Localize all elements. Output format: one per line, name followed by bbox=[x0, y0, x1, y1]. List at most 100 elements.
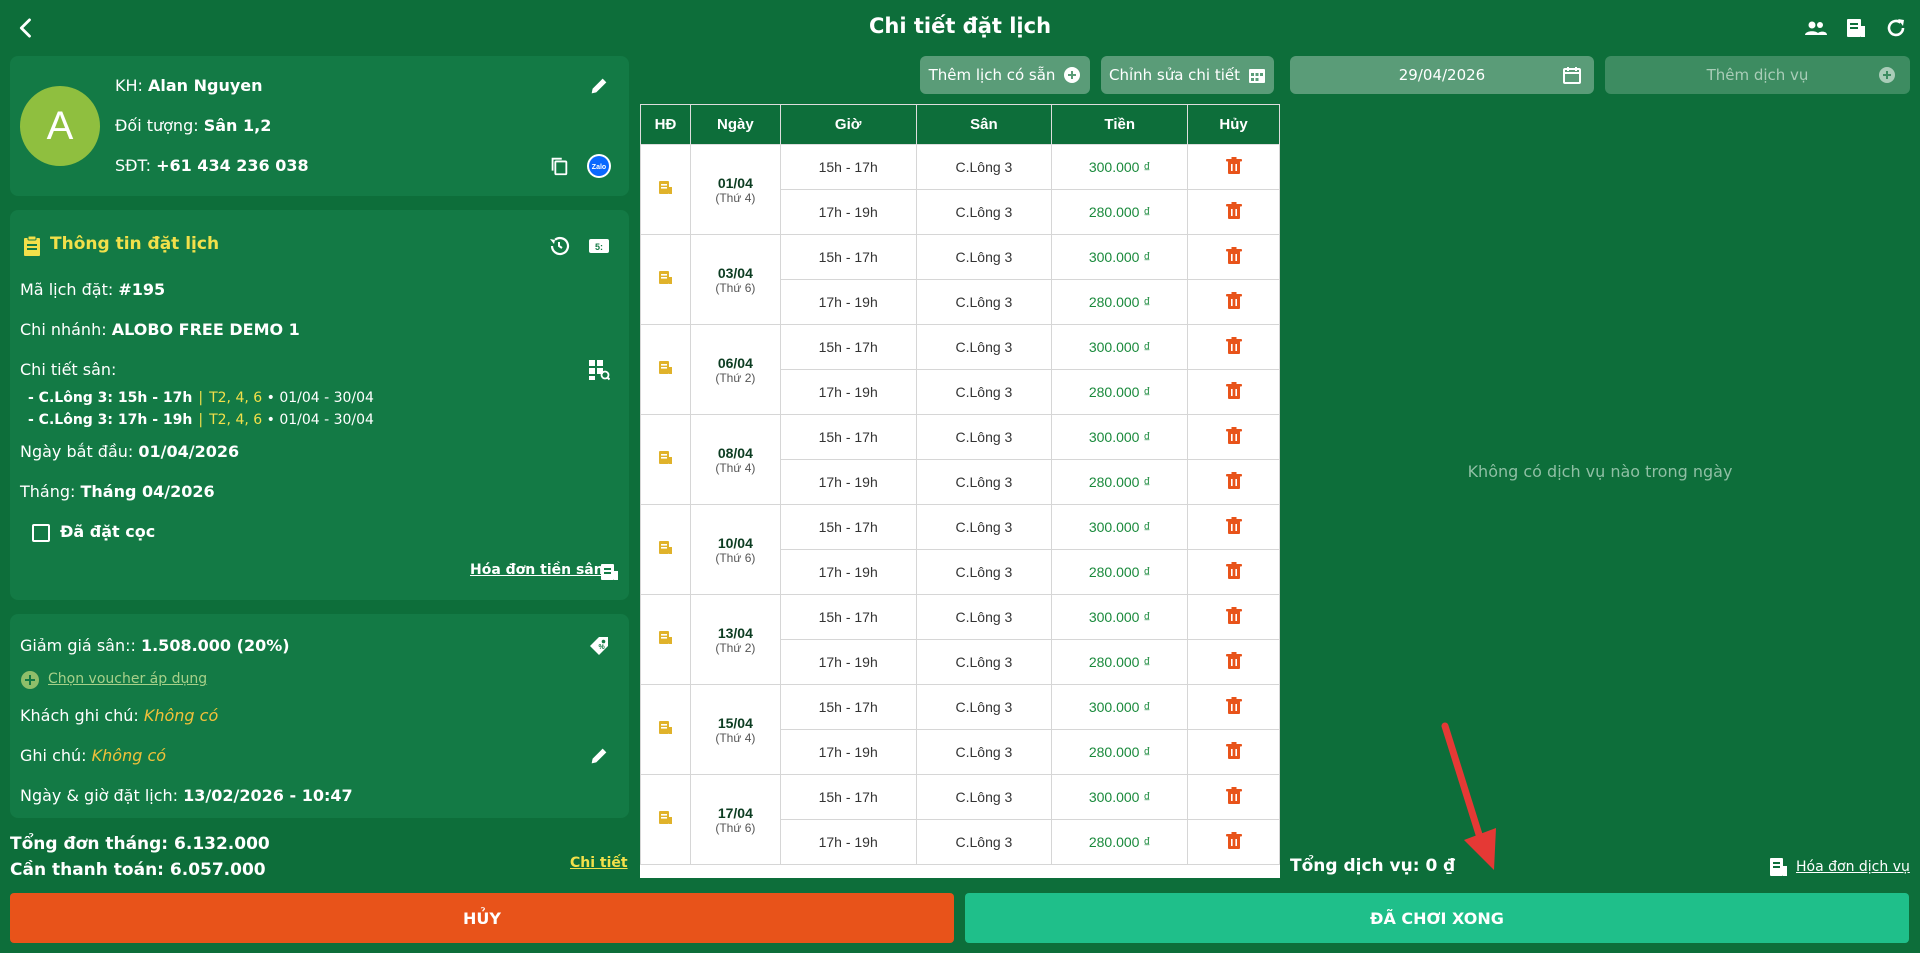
svg-text:5:: 5: bbox=[595, 242, 603, 252]
booking-code-line: Mã lịch đặt: #195 bbox=[20, 280, 165, 299]
invoice-doc-icon[interactable] bbox=[656, 449, 674, 467]
time-cell: 17h - 19h bbox=[779, 459, 917, 505]
booking-code-label: Mã lịch đặt: bbox=[20, 280, 114, 299]
date-value: 10/04 bbox=[717, 534, 753, 551]
trash-icon[interactable] bbox=[1224, 786, 1244, 806]
invoice-doc-icon[interactable] bbox=[656, 179, 674, 197]
court-grid-icon[interactable] bbox=[585, 356, 613, 384]
trash-icon[interactable] bbox=[1224, 651, 1244, 671]
deposit-checkbox[interactable] bbox=[32, 524, 50, 542]
no-service-message: Không có dịch vụ nào trong ngày bbox=[1467, 462, 1733, 481]
invoice-doc-icon[interactable] bbox=[656, 269, 674, 287]
invoice-doc-icon[interactable] bbox=[656, 359, 674, 377]
booking-code: #195 bbox=[118, 280, 166, 299]
cancel-cell bbox=[1187, 144, 1280, 190]
edit-pencil-icon[interactable] bbox=[585, 72, 613, 100]
finished-playing-button[interactable]: ĐÃ CHƠI XONG bbox=[965, 893, 1909, 943]
to-pay-label: Cần thanh toán: bbox=[10, 860, 164, 880]
date-value: 13/04 bbox=[717, 624, 753, 641]
date-value: 15/04 bbox=[717, 714, 753, 731]
time-cell: 15h - 17h bbox=[779, 774, 917, 820]
col-header-court: Sân bbox=[915, 104, 1053, 145]
invoice-doc-icon[interactable] bbox=[656, 629, 674, 647]
time-cell: 15h - 17h bbox=[779, 144, 917, 190]
trash-icon[interactable] bbox=[1224, 426, 1244, 446]
date-value: 03/04 bbox=[717, 264, 753, 281]
month-total-line: Tổng đơn tháng: 6.132.000 bbox=[10, 834, 270, 854]
court-item: - C.Lông 3: 17h - 19h | T2, 4, 6 • 01/04 -… bbox=[28, 412, 374, 428]
history-icon[interactable] bbox=[545, 232, 573, 260]
court-item-sep: | bbox=[198, 412, 204, 428]
court-cell: C.Lông 3 bbox=[915, 504, 1053, 550]
date-value: 08/04 bbox=[717, 444, 753, 461]
month-line: Tháng: Tháng 04/2026 bbox=[20, 482, 215, 501]
cancel-cell bbox=[1187, 189, 1280, 235]
note: Không có bbox=[91, 746, 167, 765]
time-cell: 15h - 17h bbox=[779, 234, 917, 280]
service-invoice-link[interactable]: Hóa đơn dịch vụ bbox=[1768, 856, 1910, 878]
cancel-button[interactable]: HỦY bbox=[10, 893, 954, 943]
refresh-icon[interactable] bbox=[1882, 14, 1910, 42]
note-line: Ghi chú: Không có bbox=[20, 746, 166, 765]
trash-icon[interactable] bbox=[1224, 156, 1244, 176]
booking-info-panel: Thông tin đặt lịch 5: Mã lịch đặt: #195 … bbox=[10, 210, 629, 600]
table-row: 17/04 (Thứ 6) 15h - 17h C.Lông 3 300.000 ₫ bbox=[640, 774, 1280, 865]
date-picker[interactable]: 29/04/2026 bbox=[1290, 56, 1594, 94]
trash-icon[interactable] bbox=[1224, 831, 1244, 851]
price-cell: 300.000 ₫ bbox=[1051, 774, 1189, 820]
trash-icon[interactable] bbox=[1224, 696, 1244, 716]
trash-icon[interactable] bbox=[1224, 381, 1244, 401]
trash-icon[interactable] bbox=[1224, 606, 1244, 626]
court-cell: C.Lông 3 bbox=[915, 819, 1053, 865]
copy-icon[interactable] bbox=[545, 152, 573, 180]
edit-note-icon[interactable] bbox=[585, 742, 613, 770]
trash-icon[interactable] bbox=[1224, 471, 1244, 491]
time-cell: 17h - 19h bbox=[779, 549, 917, 595]
court-cell: C.Lông 3 bbox=[915, 414, 1053, 460]
time-cell: 15h - 17h bbox=[779, 504, 917, 550]
service-invoice-label: Hóa đơn dịch vụ bbox=[1796, 859, 1910, 875]
customer-name: Alan Nguyen bbox=[148, 76, 263, 95]
court-detail-label: Chi tiết sân: bbox=[20, 360, 117, 379]
price-cell: 300.000 ₫ bbox=[1051, 504, 1189, 550]
start-date: 01/04/2026 bbox=[138, 442, 240, 461]
zalo-icon[interactable]: Zalo bbox=[585, 152, 613, 180]
time-cell: 17h - 19h bbox=[779, 639, 917, 685]
time-cell: 15h - 17h bbox=[779, 594, 917, 640]
detail-link[interactable]: Chi tiết bbox=[570, 855, 628, 871]
date-cell: 17/04 (Thứ 6) bbox=[689, 774, 781, 865]
cancel-cell bbox=[1187, 234, 1280, 280]
invoice-clipboard-icon[interactable] bbox=[595, 558, 623, 586]
add-service-button[interactable]: Thêm dịch vụ bbox=[1605, 56, 1910, 94]
invoice-doc-icon[interactable] bbox=[656, 809, 674, 827]
col-header-date: Ngày bbox=[689, 104, 781, 145]
trash-icon[interactable] bbox=[1224, 246, 1244, 266]
zalo-icon-text: Zalo bbox=[592, 164, 606, 171]
trash-icon[interactable] bbox=[1224, 291, 1244, 311]
trash-icon[interactable] bbox=[1224, 561, 1244, 581]
add-existing-schedule-button[interactable]: Thêm lịch có sẵn bbox=[920, 56, 1090, 94]
court-cell: C.Lông 3 bbox=[915, 279, 1053, 325]
invoice-doc-icon[interactable] bbox=[656, 539, 674, 557]
court-item-sep: | bbox=[198, 390, 204, 406]
trash-icon[interactable] bbox=[1224, 741, 1244, 761]
invoice-icon[interactable] bbox=[1842, 14, 1870, 42]
add-voucher-icon[interactable] bbox=[18, 668, 42, 692]
cancel-cell bbox=[1187, 459, 1280, 505]
court-item-name: - C.Lông 3: 15h - 17h bbox=[28, 390, 193, 406]
trash-icon[interactable] bbox=[1224, 336, 1244, 356]
trash-icon[interactable] bbox=[1224, 201, 1244, 221]
people-icon[interactable] bbox=[1802, 14, 1830, 42]
tag-icon[interactable]: % bbox=[585, 632, 613, 660]
date-cell: 03/04 (Thứ 6) bbox=[689, 234, 781, 325]
scoreboard-icon[interactable]: 5: bbox=[585, 232, 613, 260]
trash-icon[interactable] bbox=[1224, 516, 1244, 536]
voucher-link[interactable]: Chọn voucher áp dụng bbox=[48, 671, 207, 687]
edit-detail-button[interactable]: Chỉnh sửa chi tiết bbox=[1101, 56, 1274, 94]
schedule-table: HĐ Ngày Giờ Sân Tiền Hủy 01/04 (Thứ 4) 15h… bbox=[640, 104, 1280, 878]
court-invoice-link[interactable]: Hóa đơn tiền sân bbox=[470, 562, 604, 578]
court-cell: C.Lông 3 bbox=[915, 549, 1053, 595]
invoice-doc-icon[interactable] bbox=[656, 719, 674, 737]
weekday-value: (Thứ 6) bbox=[715, 820, 756, 835]
weekday-value: (Thứ 4) bbox=[715, 730, 756, 745]
